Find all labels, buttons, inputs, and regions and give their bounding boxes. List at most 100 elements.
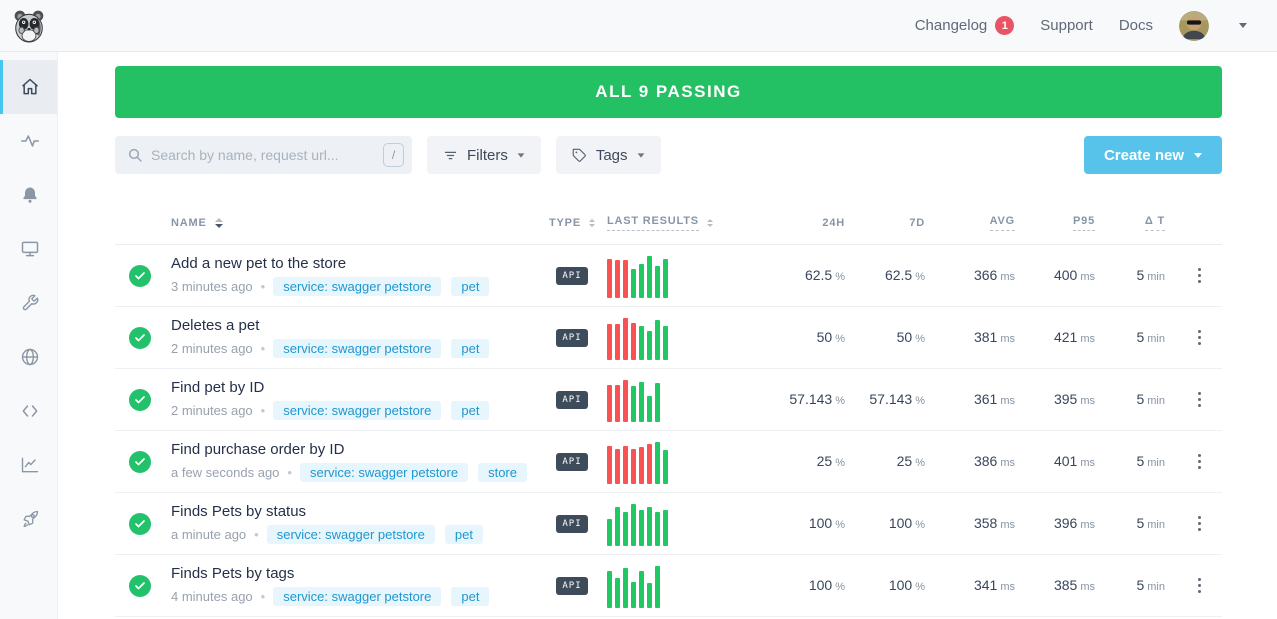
result-bar-fail[interactable]	[607, 446, 612, 484]
result-bar-pass[interactable]	[663, 510, 668, 546]
check-name[interactable]: Find purchase order by ID	[171, 441, 537, 458]
result-bar-fail[interactable]	[607, 324, 612, 360]
changelog-link[interactable]: Changelog 1	[915, 16, 1015, 35]
account-menu-caret-icon[interactable]	[1239, 23, 1247, 28]
raccoon-logo-icon[interactable]	[12, 9, 46, 43]
row-options-kebab-icon[interactable]	[1192, 510, 1207, 537]
status-banner[interactable]: ALL 9 PASSING	[115, 66, 1222, 118]
result-bar-fail[interactable]	[615, 324, 620, 360]
column-header-last-results[interactable]: LAST RESULTS	[607, 215, 767, 231]
result-bar-pass[interactable]	[631, 269, 636, 298]
column-header-type[interactable]: TYPE	[537, 217, 607, 229]
result-bar-fail[interactable]	[615, 449, 620, 484]
search-box[interactable]: /	[115, 136, 412, 174]
tag-badge[interactable]: service: swagger petstore	[273, 401, 441, 420]
row-options-kebab-icon[interactable]	[1192, 324, 1207, 351]
result-bar-pass[interactable]	[607, 519, 612, 546]
result-bar-pass[interactable]	[615, 578, 620, 608]
create-new-button[interactable]: Create new	[1084, 136, 1222, 174]
row-options-kebab-icon[interactable]	[1192, 572, 1207, 599]
result-bar-pass[interactable]	[655, 566, 660, 608]
tag-badge[interactable]: store	[478, 463, 527, 482]
sort-icon-last-results[interactable]	[707, 219, 713, 227]
result-bar-fail[interactable]	[623, 446, 628, 484]
check-name-cell[interactable]: Deletes a pet 2 minutes ago • service: s…	[171, 317, 537, 358]
sidebar-item-dashboards[interactable]	[0, 222, 57, 276]
result-bar-pass[interactable]	[655, 320, 660, 360]
result-bar-pass[interactable]	[639, 264, 644, 298]
tag-badge[interactable]: pet	[451, 587, 489, 606]
check-name[interactable]: Finds Pets by tags	[171, 565, 537, 582]
row-options-kebab-icon[interactable]	[1192, 262, 1207, 289]
sort-icon-name[interactable]	[215, 218, 223, 228]
result-bar-pass[interactable]	[639, 571, 644, 608]
tag-badge[interactable]: pet	[451, 401, 489, 420]
support-link[interactable]: Support	[1040, 17, 1093, 34]
tag-badge[interactable]: service: swagger petstore	[267, 525, 435, 544]
result-bar-fail[interactable]	[607, 385, 612, 422]
check-name-cell[interactable]: Finds Pets by tags 4 minutes ago • servi…	[171, 565, 537, 606]
result-bar-pass[interactable]	[607, 571, 612, 608]
sidebar-item-analytics[interactable]	[0, 438, 57, 492]
result-bar-fail[interactable]	[639, 447, 644, 484]
sidebar-item-code[interactable]	[0, 384, 57, 438]
sidebar-item-browser[interactable]	[0, 330, 57, 384]
result-bar-fail[interactable]	[647, 444, 652, 484]
row-options-kebab-icon[interactable]	[1192, 386, 1207, 413]
result-bar-pass[interactable]	[663, 450, 668, 484]
filters-button[interactable]: Filters	[427, 136, 541, 174]
result-bar-pass[interactable]	[655, 266, 660, 298]
result-bar-pass[interactable]	[663, 259, 668, 298]
column-header-avg[interactable]: AVG	[937, 215, 1027, 231]
sidebar-item-home[interactable]	[0, 60, 57, 114]
row-options-kebab-icon[interactable]	[1192, 448, 1207, 475]
result-bar-fail[interactable]	[623, 318, 628, 360]
docs-link[interactable]: Docs	[1119, 17, 1153, 34]
sidebar-item-checks[interactable]	[0, 114, 57, 168]
column-header-delta-t[interactable]: Δ T	[1107, 215, 1177, 231]
check-name[interactable]: Deletes a pet	[171, 317, 537, 334]
check-name-cell[interactable]: Add a new pet to the store 3 minutes ago…	[171, 255, 537, 296]
result-bar-pass[interactable]	[663, 326, 668, 360]
result-bar-fail[interactable]	[607, 259, 612, 298]
tag-badge[interactable]: pet	[445, 525, 483, 544]
result-bar-pass[interactable]	[655, 512, 660, 546]
result-bar-fail[interactable]	[615, 260, 620, 298]
result-bar-pass[interactable]	[639, 326, 644, 360]
tag-badge[interactable]: service: swagger petstore	[300, 463, 468, 482]
sort-icon-type[interactable]	[589, 219, 595, 227]
check-name[interactable]: Add a new pet to the store	[171, 255, 537, 272]
result-bar-pass[interactable]	[647, 396, 652, 422]
result-bar-pass[interactable]	[631, 386, 636, 422]
check-name-cell[interactable]: Find purchase order by ID a few seconds …	[171, 441, 537, 482]
tag-badge[interactable]: service: swagger petstore	[273, 587, 441, 606]
result-bar-pass[interactable]	[631, 582, 636, 608]
result-bar-fail[interactable]	[623, 380, 628, 422]
result-bar-pass[interactable]	[623, 512, 628, 546]
result-bar-fail[interactable]	[631, 449, 636, 484]
result-bar-pass[interactable]	[655, 442, 660, 484]
check-name-cell[interactable]: Find pet by ID 2 minutes ago • service: …	[171, 379, 537, 420]
sidebar-item-quickstart[interactable]	[0, 492, 57, 546]
tag-badge[interactable]: pet	[451, 339, 489, 358]
result-bar-pass[interactable]	[623, 568, 628, 608]
check-name[interactable]: Find pet by ID	[171, 379, 537, 396]
tag-badge[interactable]: service: swagger petstore	[273, 277, 441, 296]
column-header-p95[interactable]: P95	[1027, 215, 1107, 231]
check-name[interactable]: Finds Pets by status	[171, 503, 537, 520]
result-bar-fail[interactable]	[615, 385, 620, 422]
result-bar-pass[interactable]	[647, 256, 652, 298]
result-bar-pass[interactable]	[655, 383, 660, 422]
result-bar-pass[interactable]	[615, 507, 620, 546]
result-bar-pass[interactable]	[647, 583, 652, 608]
tag-badge[interactable]: pet	[451, 277, 489, 296]
column-header-name[interactable]: NAME	[171, 217, 537, 229]
result-bar-fail[interactable]	[631, 323, 636, 360]
result-bar-pass[interactable]	[647, 507, 652, 546]
result-bar-pass[interactable]	[631, 504, 636, 546]
tags-button[interactable]: Tags	[556, 136, 661, 174]
result-bar-pass[interactable]	[639, 382, 644, 422]
check-name-cell[interactable]: Finds Pets by status a minute ago • serv…	[171, 503, 537, 544]
tag-badge[interactable]: service: swagger petstore	[273, 339, 441, 358]
sidebar-item-alerts[interactable]	[0, 168, 57, 222]
